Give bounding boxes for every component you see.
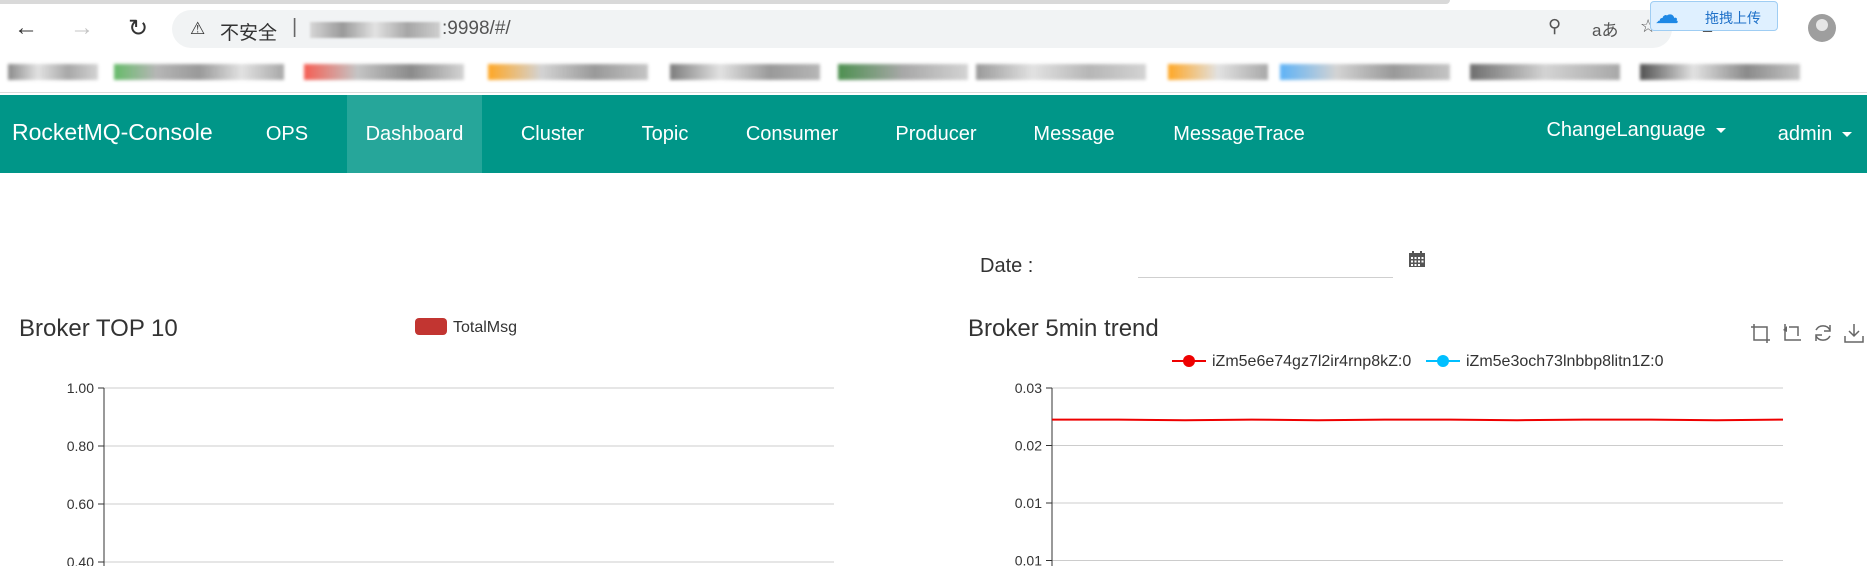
back-arrow-icon[interactable]: ← — [10, 12, 42, 44]
nav-item-consumer[interactable]: Consumer — [730, 95, 854, 173]
brand-logo[interactable]: RocketMQ-Console — [12, 119, 213, 146]
broker-top10-title: Broker TOP 10 — [19, 315, 178, 342]
address-separator: | — [292, 16, 298, 38]
calendar-icon[interactable] — [1408, 251, 1426, 268]
bookmark-item[interactable] — [976, 64, 1146, 80]
bookmark-item[interactable] — [838, 64, 968, 80]
reload-icon[interactable]: ↻ — [122, 12, 154, 44]
top10-y-tick-label: 1.00 — [67, 380, 94, 396]
bookmark-item[interactable] — [114, 64, 284, 80]
broker-top10-chart: 1.00 0.80 0.60 0.40 — [67, 380, 834, 566]
cloud-icon: ☁ — [1655, 2, 1679, 29]
legend-broker-a-label: iZm5e6e74gz7l2ir4rnp8kZ:0 — [1212, 353, 1412, 370]
change-language-dropdown[interactable]: ChangeLanguage — [1536, 91, 1736, 169]
broker-trend-chart: 0.03 0.02 0.01 0.01 — [1015, 380, 1784, 566]
legend-broker-b-label: iZm5e3och73lnbbp8litn1Z:0 — [1466, 353, 1664, 370]
bookmark-item[interactable] — [1640, 64, 1800, 80]
trend-y-tick-label: 0.01 — [1015, 495, 1042, 511]
user-menu-dropdown[interactable]: admin — [1770, 95, 1860, 173]
zoom-reset-icon[interactable] — [1781, 322, 1803, 344]
warning-icon: ⚠ — [190, 19, 206, 38]
trend-y-tick-label: 0.01 — [1015, 553, 1042, 566]
legend-totalmsg-label: TotalMsg — [453, 319, 518, 336]
bookmark-item[interactable] — [1280, 64, 1450, 80]
nav-item-ops[interactable]: OPS — [252, 95, 322, 173]
broker-trend-title: Broker 5min trend — [968, 315, 1159, 342]
browser-chrome: ← → ↻ ⚠ 不安全 | :9998/#/ ⚲ aあ ☆ ⧉ ☁ 拖拽上传 — [0, 0, 1867, 93]
bookmarks-bar — [0, 56, 1867, 90]
nav-item-cluster[interactable]: Cluster — [505, 95, 600, 173]
legend-marker — [1426, 355, 1460, 367]
security-label: 不安全 — [220, 23, 278, 44]
trend-y-tick-label: 0.02 — [1015, 438, 1042, 454]
top10-y-tick-label: 0.60 — [67, 496, 94, 512]
nav-item-message[interactable]: Message — [1018, 95, 1130, 173]
date-label: Date : — [980, 255, 1034, 277]
trend-y-tick-label: 0.03 — [1015, 380, 1042, 396]
legend-totalmsg[interactable]: TotalMsg — [415, 318, 517, 337]
bookmark-item[interactable] — [304, 64, 464, 80]
nav-item-dashboard[interactable]: Dashboard — [347, 95, 482, 173]
bookmark-item[interactable] — [8, 64, 98, 80]
upload-badge-label: 拖拽上传 — [1705, 10, 1761, 26]
redacted-host — [310, 22, 440, 38]
profile-avatar-icon[interactable] — [1808, 14, 1836, 42]
top10-y-tick-label: 0.40 — [67, 554, 94, 566]
user-name: admin — [1777, 122, 1833, 145]
caret-down-icon — [1842, 131, 1853, 137]
read-aloud-icon[interactable]: aあ — [1592, 16, 1618, 41]
forward-arrow-icon[interactable]: → — [66, 12, 98, 44]
legend-marker — [1172, 355, 1206, 367]
upload-badge[interactable]: ☁ 拖拽上传 — [1650, 1, 1778, 31]
legend-broker-b[interactable]: iZm5e3och73lnbbp8litn1Z:0 — [1426, 353, 1663, 371]
bookmark-item[interactable] — [1168, 64, 1268, 80]
app-navbar: RocketMQ-Console OPS Dashboard Cluster T… — [0, 95, 1867, 173]
address-url: :9998/#/ — [442, 18, 511, 39]
refresh-icon[interactable] — [1812, 322, 1834, 344]
caret-down-icon — [1715, 127, 1726, 133]
legend-broker-a[interactable]: iZm5e6e74gz7l2ir4rnp8kZ:0 — [1172, 353, 1411, 371]
bookmark-item[interactable] — [488, 64, 648, 80]
download-icon[interactable] — [1843, 322, 1865, 344]
legend-swatch — [415, 318, 447, 335]
nav-item-message-trace[interactable]: MessageTrace — [1154, 95, 1324, 173]
nav-item-topic[interactable]: Topic — [624, 95, 706, 173]
change-language-label: ChangeLanguage — [1546, 118, 1706, 141]
bookmark-item[interactable] — [1470, 64, 1620, 80]
tab-strip-edge — [0, 0, 1450, 4]
address-bar[interactable]: ⚠ 不安全 | :9998/#/ — [172, 10, 1672, 48]
top10-y-tick-label: 0.80 — [67, 438, 94, 454]
zoom-icon[interactable] — [1750, 322, 1772, 344]
trend-series-line — [1052, 418, 1784, 422]
date-input[interactable] — [1138, 250, 1393, 278]
bookmark-item[interactable] — [670, 64, 820, 80]
nav-item-producer[interactable]: Producer — [878, 95, 994, 173]
key-icon[interactable]: ⚲ — [1548, 16, 1561, 37]
